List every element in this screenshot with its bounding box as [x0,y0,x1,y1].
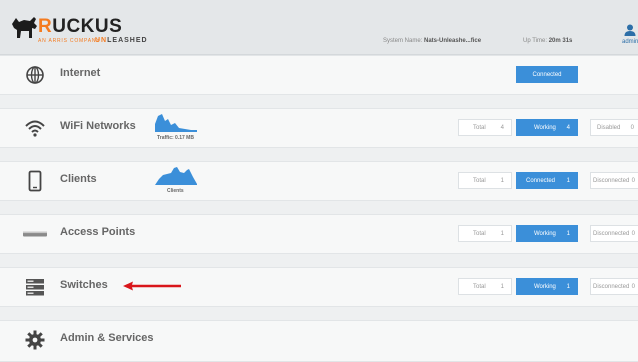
brand-name: RUCKUS [38,16,123,37]
aps-disconnected-label: Disconnected [593,231,630,237]
wifi-working-value: 4 [566,125,570,131]
gear-icon [25,330,45,350]
switches-total-value: 1 [500,284,504,290]
row-title-switches: Switches [60,279,108,291]
row-access-points[interactable]: Access Points Total 1 Working 1 Disconne… [0,214,638,254]
switches-disconnected-label: Disconnected [593,284,630,290]
clients-connected-stat[interactable]: Connected 1 [516,172,578,189]
product-name-suffix: LEASHED [107,37,148,44]
wifi-disabled-stat[interactable]: Disabled 0 [590,119,638,136]
uptime: Up Time: 20m 31s [523,38,572,44]
user-name: admin [622,39,638,45]
wifi-working-label: Working [534,125,556,131]
wifi-total-value: 4 [500,125,504,131]
row-title-admin-services: Admin & Services [60,332,154,344]
wifi-total-label: Total [473,125,486,131]
aps-working-value: 1 [566,231,570,237]
red-arrow-annotation [123,281,181,291]
clients-total-label: Total [473,178,486,184]
aps-disconnected-value: 0 [631,231,635,237]
switches-total-stat[interactable]: Total 1 [458,278,512,295]
system-name-value[interactable]: Nats-Unleashe...fice [424,38,481,44]
clients-total-stat[interactable]: Total 1 [458,172,512,189]
brand-rest: UCKUS [52,16,123,37]
clients-connected-value: 1 [566,178,570,184]
aps-working-stat[interactable]: Working 1 [516,225,578,242]
row-title-internet: Internet [60,67,101,79]
top-header: RUCKUS an ARRIS company UNLEASHED System… [0,0,638,55]
row-wifi-networks[interactable]: WiFi Networks Traffic: 0.17 MB Total 4 W… [0,108,638,148]
user-menu[interactable]: admin [622,24,638,48]
brand-tagline: an ARRIS company [38,38,101,44]
uptime-label: Up Time: [523,38,548,44]
system-name: System Name: Nats-Unleashe...fice [383,38,481,44]
clients-connected-label: Connected [526,178,556,184]
switches-working-stat[interactable]: Working 1 [516,278,578,295]
phone-icon [28,170,42,192]
access-point-icon [23,231,47,237]
product-name: UNLEASHED [95,37,148,44]
internet-status-badge[interactable]: Connected [516,66,578,83]
ruckus-dog-logo-icon [12,17,37,38]
row-clients[interactable]: Clients Clients Total 1 Connected 1 Disc… [0,161,638,201]
uptime-value: 20m 31s [548,38,573,44]
switches-working-value: 1 [566,284,570,290]
switches-disconnected-value: 0 [631,284,635,290]
row-admin-services[interactable]: Admin & Services [0,320,638,362]
aps-working-label: Working [534,231,556,237]
clients-total-value: 1 [500,178,504,184]
wifi-working-stat[interactable]: Working 4 [516,119,578,136]
row-switches[interactable]: Switches Total 1 Working 1 Disconnected … [0,267,638,307]
clients-disconnected-value: 0 [631,178,635,184]
switch-stack-icon [26,279,44,296]
wifi-disabled-value: 0 [630,125,634,131]
aps-total-value: 1 [500,231,504,237]
aps-total-stat[interactable]: Total 1 [458,225,512,242]
internet-status-label: Connected [532,72,562,78]
row-title-clients: Clients [60,173,97,185]
aps-disconnected-stat[interactable]: Disconnected 0 [590,225,638,242]
clients-sparkline [155,167,197,185]
row-title-access-points: Access Points [60,226,136,238]
product-name-prefix: UN [95,37,108,44]
user-icon [624,24,636,36]
row-internet[interactable]: Internet Connected [0,55,638,95]
switches-working-label: Working [534,284,556,290]
row-title-wifi: WiFi Networks [60,120,136,132]
wifi-total-stat[interactable]: Total 4 [458,119,512,136]
wifi-traffic-label: Traffic: 0.17 MB [157,135,194,141]
switches-disconnected-stat[interactable]: Disconnected 0 [590,278,638,295]
system-name-label: System Name: [383,38,423,44]
clients-sparkline-label: Clients [167,188,184,194]
clients-disconnected-label: Disconnected [593,178,630,184]
clients-disconnected-stat[interactable]: Disconnected 0 [590,172,638,189]
switches-total-label: Total [473,284,486,290]
globe-icon [26,66,44,84]
wifi-icon [25,120,45,137]
aps-total-label: Total [473,231,486,237]
wifi-traffic-sparkline [155,114,197,132]
wifi-disabled-label: Disabled [597,125,621,131]
